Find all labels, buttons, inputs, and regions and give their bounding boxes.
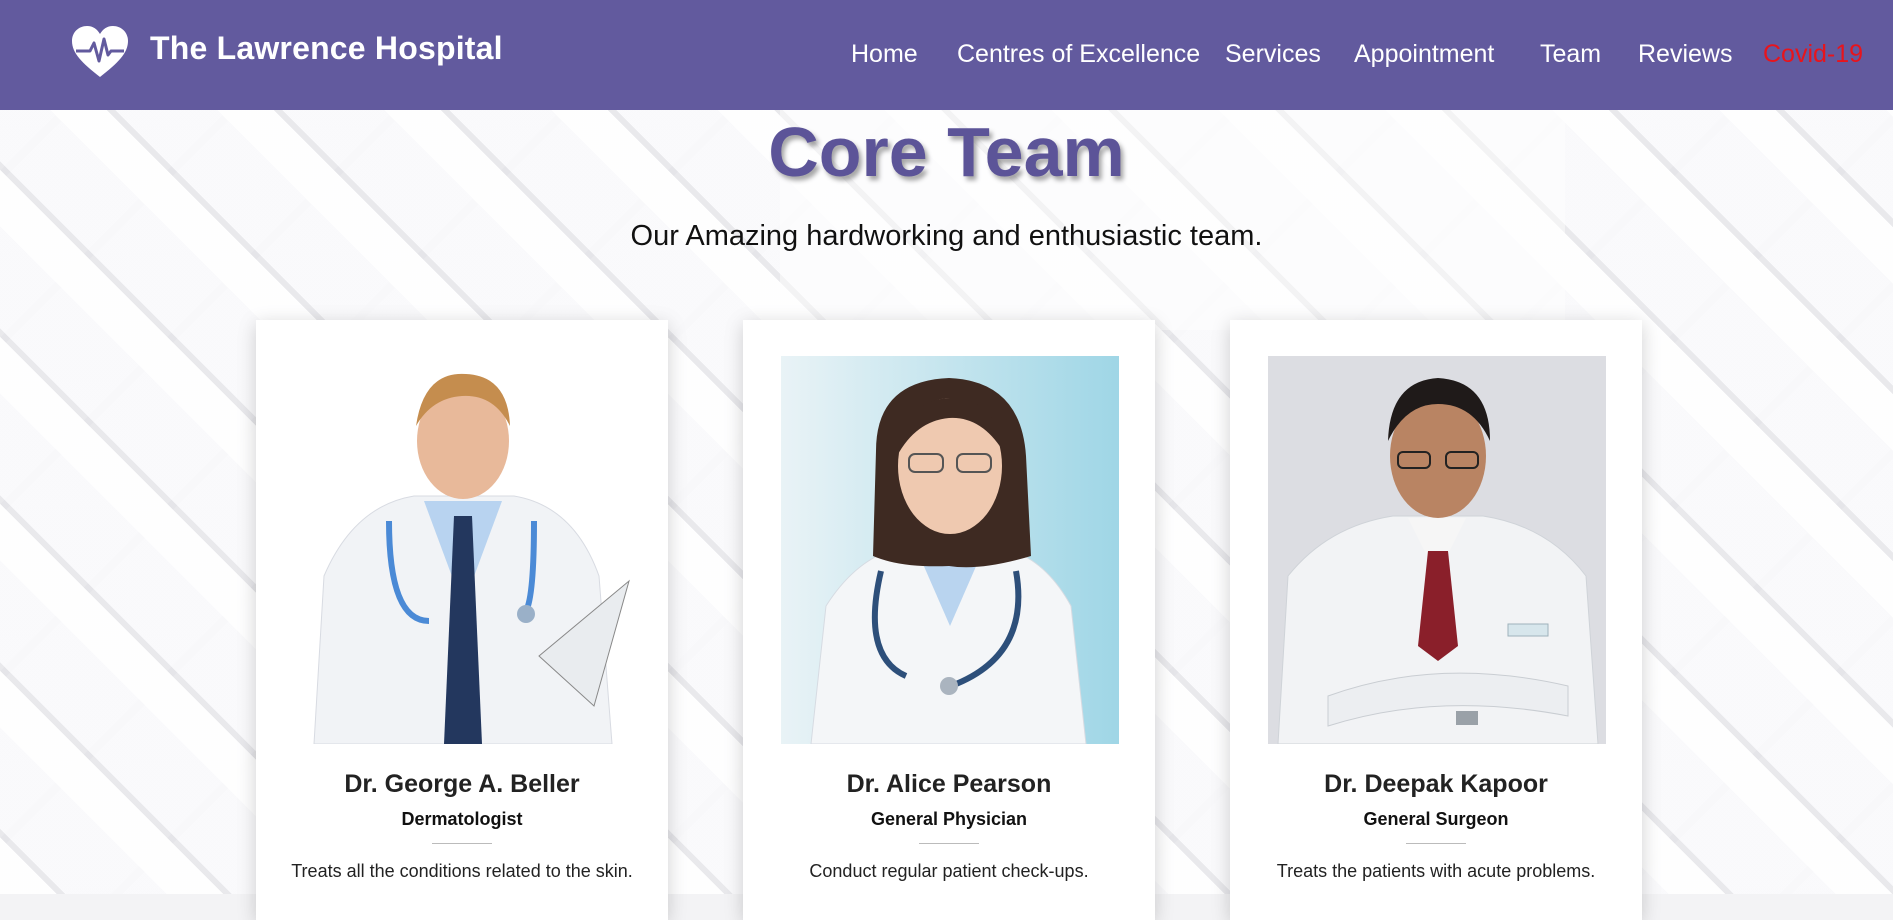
nav-team[interactable]: Team (1540, 40, 1601, 69)
doctor-description: Treats the patients with acute problems. (1276, 861, 1596, 881)
doctor-description: Treats all the conditions related to the… (291, 861, 633, 881)
team-card[interactable]: Dr. Deepak Kapoor General Surgeon Treats… (1230, 320, 1642, 920)
brand-name[interactable]: The Lawrence Hospital (150, 30, 503, 67)
heart-pulse-icon[interactable] (70, 25, 130, 79)
section-title: Core Team (768, 113, 1125, 191)
nav-reviews[interactable]: Reviews (1638, 40, 1732, 69)
doctor-photo (294, 356, 632, 744)
doctor-name: Dr. Alice Pearson (846, 770, 1052, 798)
nav-home[interactable]: Home (851, 40, 918, 69)
divider (919, 843, 979, 844)
site-header: The Lawrence Hospital Home Centres of Ex… (0, 0, 1893, 110)
team-card[interactable]: Dr. George A. Beller Dermatologist Treat… (256, 320, 668, 920)
doctor-name: Dr. George A. Beller (344, 770, 580, 798)
doctor-role: Dermatologist (401, 809, 523, 829)
nav-covid-19[interactable]: Covid-19 (1763, 40, 1863, 69)
doctor-role: General Surgeon (1363, 809, 1509, 829)
doctor-photo (781, 356, 1119, 744)
doctor-role: General Physician (870, 809, 1028, 829)
doctor-photo (1268, 356, 1606, 744)
doctor-name: Dr. Deepak Kapoor (1324, 770, 1548, 798)
nav-services[interactable]: Services (1225, 40, 1321, 69)
divider (1406, 843, 1466, 844)
doctor-description: Conduct regular patient check-ups. (809, 861, 1089, 881)
nav-appointment[interactable]: Appointment (1354, 40, 1494, 69)
team-card[interactable]: Dr. Alice Pearson General Physician Cond… (743, 320, 1155, 920)
nav-centres-of-excellence[interactable]: Centres of Excellence (957, 40, 1200, 69)
divider (432, 843, 492, 844)
section-subtitle: Our Amazing hardworking and enthusiastic… (630, 220, 1263, 252)
